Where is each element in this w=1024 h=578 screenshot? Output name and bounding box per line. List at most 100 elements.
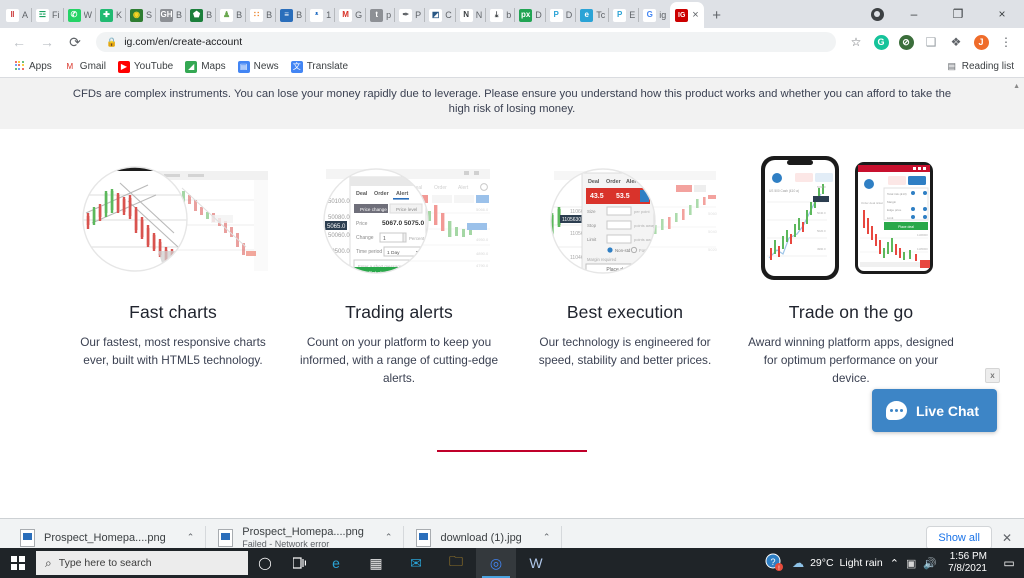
tab-label: Tc xyxy=(596,10,606,20)
mail-taskbar-icon[interactable]: ✉ xyxy=(396,548,436,578)
download-menu-caret-icon[interactable]: ⌃ xyxy=(187,532,195,543)
network-icon[interactable]: ▣ xyxy=(906,557,916,570)
browser-tab[interactable]: ◩ C xyxy=(425,2,456,28)
tab-close-icon[interactable]: × xyxy=(692,9,698,21)
bookmark-youtube[interactable]: ▶ YouTube xyxy=(113,59,178,75)
bookmark-maps[interactable]: ◢ Maps xyxy=(180,59,230,75)
browser-tab[interactable]: PE xyxy=(609,2,640,28)
taskbar-search-placeholder: Type here to search xyxy=(58,557,152,569)
downloads-bar-actions: Show all ✕ xyxy=(926,525,1016,550)
task-view-icon xyxy=(292,557,306,569)
taskbar-clock[interactable]: 1:56 PM 7/8/2021 xyxy=(944,551,991,575)
maximize-button[interactable]: ❐ xyxy=(936,0,980,28)
window-profile-icon[interactable] xyxy=(862,0,892,28)
bookmarks-bar: Apps M Gmail ▶ YouTube ◢ Maps ▤ News 文 Translate ▤… xyxy=(0,56,1024,78)
file-explorer-taskbar-icon[interactable]: 🗀 xyxy=(436,548,476,578)
chrome-taskbar-icon-glyph: ◎ xyxy=(489,554,503,571)
svg-text:Place deal: Place deal xyxy=(898,225,914,229)
profile-avatar[interactable]: J xyxy=(969,30,993,54)
browser-tab[interactable]: ≡ B xyxy=(276,2,307,28)
minimize-button[interactable]: – xyxy=(892,0,936,28)
bookmark-news[interactable]: ▤ News xyxy=(233,59,284,75)
grammarly-extension-icon[interactable]: G xyxy=(869,30,893,54)
browser-tab[interactable]: ‖ A xyxy=(2,2,33,28)
forward-button[interactable]: → xyxy=(34,29,60,55)
action-center-button[interactable]: ▭ xyxy=(998,556,1020,570)
live-chat-close-icon[interactable]: x xyxy=(985,368,1000,383)
download-menu-caret-icon[interactable]: ⌃ xyxy=(543,532,551,543)
browser-tab[interactable]: px D xyxy=(515,2,546,28)
new-tab-button[interactable]: + xyxy=(704,2,730,28)
bookmark-star-icon[interactable]: ☆ xyxy=(844,30,868,54)
translate-icon: 文 xyxy=(290,60,303,73)
browser-tab[interactable]: ☲ Fi xyxy=(32,2,64,28)
svg-text:points away: points away xyxy=(634,223,655,228)
scroll-up-arrow-icon[interactable]: ▲ xyxy=(1013,82,1020,91)
svg-text:Edge price: Edge price xyxy=(887,208,902,212)
cortana-button[interactable]: ◯ xyxy=(248,548,282,578)
bookmark-translate[interactable]: 文 Translate xyxy=(286,59,353,75)
tray-expand-chevron-icon[interactable]: ⌃ xyxy=(890,557,899,570)
vk-favicon: ◩ xyxy=(429,8,443,22)
google-favicon: G xyxy=(643,8,657,22)
close-downloads-bar-icon[interactable]: ✕ xyxy=(1002,531,1016,545)
browser-tab[interactable]: MG xyxy=(335,2,367,28)
help-tray-icon[interactable]: ? ! xyxy=(765,553,785,573)
chrome-taskbar-icon[interactable]: ◎ xyxy=(476,548,516,578)
weather-widget[interactable]: ☁ 29°C Light rain xyxy=(792,556,883,570)
extensions-puzzle-icon[interactable]: ❖ xyxy=(944,30,968,54)
reading-list-button[interactable]: ▤ Reading list xyxy=(945,60,1016,73)
shield-favicon: ⬟ xyxy=(190,8,204,22)
taskbar-search-box[interactable]: ⌕ Type here to search xyxy=(36,551,248,575)
svg-text:5060: 5060 xyxy=(708,211,718,216)
adblock-extension-icon[interactable]: ⊘ xyxy=(894,30,918,54)
svg-text:?: ? xyxy=(771,557,776,567)
bank-favicon: ♟ xyxy=(220,8,234,22)
browser-tab[interactable]: NN xyxy=(456,2,487,28)
microsoft-store-taskbar-icon-glyph: ▦ xyxy=(369,554,383,571)
task-view-button[interactable] xyxy=(282,548,316,578)
browser-tab[interactable]: PD xyxy=(546,2,577,28)
svg-text:Stop: Stop xyxy=(587,223,597,228)
show-all-downloads-button[interactable]: Show all xyxy=(926,525,992,550)
feature-card-trade-on-the-go: US 500 Cash (£10 a) 5066.0 5040.0 5020.0… xyxy=(738,155,964,388)
back-button[interactable]: ← xyxy=(6,29,32,55)
tab-label: S xyxy=(146,10,153,20)
bookmark-apps[interactable]: Apps xyxy=(8,59,57,75)
svg-text:4990.0: 4990.0 xyxy=(817,247,826,251)
live-chat-button[interactable]: Live Chat x xyxy=(871,368,1000,432)
bookmark-label: YouTube xyxy=(133,61,174,72)
word-taskbar-icon[interactable]: W xyxy=(516,548,556,578)
browser-tab[interactable]: e Tc xyxy=(576,2,610,28)
chrome-menu-icon[interactable]: ⋮ xyxy=(994,30,1018,54)
download-menu-caret-icon[interactable]: ⌃ xyxy=(385,532,393,543)
browser-tab[interactable]: ⤓ b xyxy=(486,2,516,28)
deal-ticket-art: 5060 5040 5020 1106000 1105000 1104000 1… xyxy=(522,155,728,280)
volume-icon[interactable]: 🔊 xyxy=(923,557,937,570)
svg-text:5020: 5020 xyxy=(708,247,718,252)
browser-tab[interactable]: Gig xyxy=(639,2,670,28)
browser-tab[interactable]: ◉ S xyxy=(126,2,157,28)
start-button[interactable] xyxy=(0,548,36,578)
browser-tab[interactable]: ∷ B xyxy=(246,2,277,28)
browser-tab[interactable]: ᵜ1 xyxy=(306,2,336,28)
browser-tab[interactable]: ♟ B xyxy=(216,2,247,28)
microsoft-store-taskbar-icon[interactable]: ▦ xyxy=(356,548,396,578)
close-window-button[interactable]: × xyxy=(980,0,1024,28)
reload-button[interactable]: ⟳ xyxy=(62,29,88,55)
browser-tab[interactable]: ✒ P xyxy=(395,2,426,28)
tab-label: D xyxy=(565,10,573,20)
active-tab-ig[interactable]: IG × xyxy=(670,2,704,28)
bookmark-gmail[interactable]: M Gmail xyxy=(59,59,111,75)
svg-text:4950.0: 4950.0 xyxy=(476,237,489,242)
browser-tab[interactable]: ✆ W xyxy=(64,2,97,28)
tab-label: P xyxy=(415,10,422,20)
tab-label: B xyxy=(176,10,183,20)
edge-taskbar-icon[interactable]: e xyxy=(316,548,356,578)
browser-tab[interactable]: tp xyxy=(366,2,396,28)
browser-tab[interactable]: ⬟ B xyxy=(186,2,217,28)
clipboard-extension-icon[interactable]: ❑ xyxy=(919,30,943,54)
browser-tab[interactable]: GH B xyxy=(156,2,187,28)
browser-tab[interactable]: ✚ K xyxy=(96,2,127,28)
address-bar[interactable]: 🔒 ig.com/en/create-account xyxy=(96,32,836,52)
